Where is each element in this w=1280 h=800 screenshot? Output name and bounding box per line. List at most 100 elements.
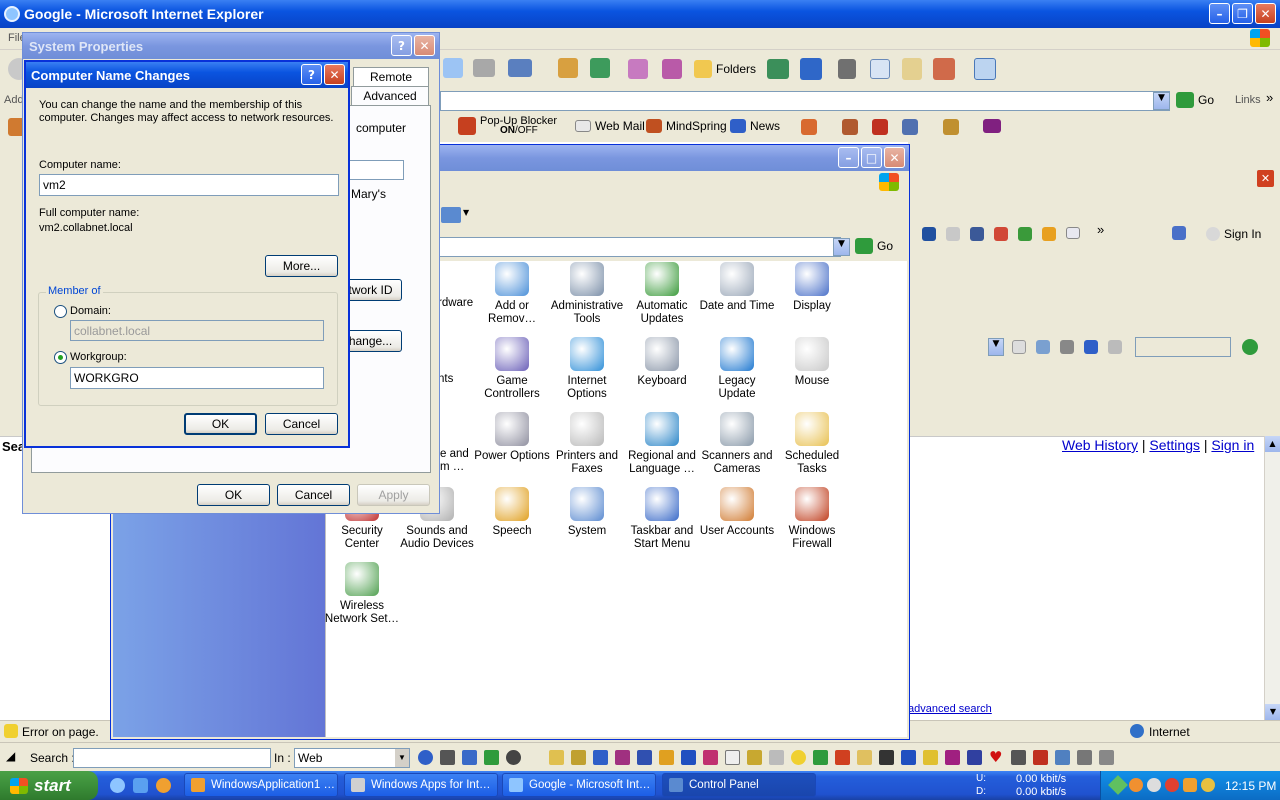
taskbar-task-3[interactable]: Google - Microsoft Int…: [502, 773, 656, 797]
ie-restore-button[interactable]: ❐: [1232, 3, 1253, 24]
magnifier-icon[interactable]: [1036, 340, 1050, 354]
search-tool-icon-28[interactable]: [1033, 750, 1048, 765]
right-toolbar-dropdown-icon[interactable]: ▼: [988, 338, 1004, 356]
sysprop-description-input[interactable]: [349, 160, 404, 180]
scroll-up-button[interactable]: ▲: [1265, 436, 1280, 452]
start-button[interactable]: start: [0, 771, 98, 800]
cp-item-system[interactable]: System: [549, 487, 625, 538]
save-icon[interactable]: [1060, 340, 1074, 354]
search-tool-icon-31[interactable]: [1099, 750, 1114, 765]
cnc-ok-button[interactable]: OK: [184, 413, 257, 435]
print-icon[interactable]: [473, 59, 495, 77]
ie-title-bar[interactable]: Google - Microsoft Internet Explorer – ❐…: [0, 0, 1280, 28]
cp-item-globe-stand[interactable]: Regional and Language …: [624, 412, 700, 476]
links-label[interactable]: Links: [1235, 94, 1261, 106]
heart-icon[interactable]: ♥: [989, 750, 1004, 765]
search-tool-icon-17[interactable]: [791, 750, 806, 765]
search-tool-icon-5[interactable]: [506, 750, 521, 765]
search-tool-icon-6[interactable]: [549, 750, 564, 765]
search-tool-icon-8[interactable]: [593, 750, 608, 765]
research-icon[interactable]: [558, 58, 578, 78]
font-icon[interactable]: [800, 58, 822, 80]
domain-label[interactable]: Domain:: [70, 305, 111, 317]
advanced-search-link[interactable]: advanced search: [908, 703, 992, 715]
edit-icon[interactable]: [508, 59, 532, 77]
computer-name-input[interactable]: vm2: [39, 174, 339, 196]
refresh-icon[interactable]: [443, 58, 463, 78]
search-tool-icon-21[interactable]: [879, 750, 894, 765]
tray-icon-4[interactable]: [1165, 778, 1179, 792]
cube-icon[interactable]: [628, 59, 648, 79]
sign-in-link[interactable]: Sign in: [1211, 437, 1254, 453]
toolbar-extra-icon-6[interactable]: [983, 119, 1001, 133]
cp-item-scanner[interactable]: Scanners and Cameras: [699, 412, 775, 476]
cp-item-windows-flag[interactable]: Automatic Updates: [624, 262, 700, 326]
translate-icon[interactable]: [933, 58, 955, 80]
search-tool-icon-12[interactable]: [681, 750, 696, 765]
cp-item-update-arrow[interactable]: Legacy Update: [699, 337, 775, 401]
google-toolbar-icon-5[interactable]: [1018, 227, 1032, 241]
sysprop-title-bar[interactable]: System Properties ? ✕: [23, 33, 439, 59]
google-sign-in-button[interactable]: Sign In: [1206, 227, 1261, 241]
links-more-icon[interactable]: »: [1266, 90, 1273, 105]
cp-go-button[interactable]: Go: [855, 238, 893, 254]
cnc-close-button[interactable]: ✕: [324, 64, 345, 85]
toolbar-extra-icon-5[interactable]: [943, 119, 959, 135]
cp-partial-and-line2[interactable]: m …: [440, 461, 464, 473]
google-toolbar-more-icon[interactable]: »: [1097, 222, 1104, 237]
cp-item-globe[interactable]: Internet Options: [549, 337, 625, 401]
search-tool-icon-7[interactable]: [571, 750, 586, 765]
quicklaunch-icon-2[interactable]: [133, 778, 148, 793]
toolbar-extra-icon-1[interactable]: [801, 119, 817, 135]
warning-icon[interactable]: [4, 724, 18, 738]
cnc-help-button[interactable]: ?: [301, 64, 322, 85]
cp-partial-hardware[interactable]: rdware: [438, 297, 473, 309]
sysprop-help-button[interactable]: ?: [391, 35, 412, 56]
quicklaunch-icon-3[interactable]: [156, 778, 171, 793]
cp-item-gamepad[interactable]: Game Controllers: [474, 337, 550, 401]
folders-button[interactable]: Folders: [694, 60, 756, 78]
search-tool-icon-27[interactable]: [1011, 750, 1026, 765]
search-tool-icon-11[interactable]: [659, 750, 674, 765]
quicklaunch-ie-icon[interactable]: [110, 778, 125, 793]
address-input[interactable]: [440, 91, 1170, 111]
search-tool-icon-9[interactable]: [615, 750, 630, 765]
search-tool-icon-23[interactable]: [923, 750, 938, 765]
tab-advanced[interactable]: Advanced: [351, 86, 429, 105]
workgroup-radio[interactable]: [54, 351, 67, 364]
cnc-title-bar[interactable]: Computer Name Changes ? ✕: [26, 62, 348, 88]
taskbar-task-2[interactable]: Windows Apps for Int…: [344, 773, 498, 797]
tray-icon-6[interactable]: [1201, 778, 1215, 792]
sysprop-apply-button[interactable]: Apply: [357, 484, 430, 506]
right-toolbar-input[interactable]: [1135, 337, 1231, 357]
more-button[interactable]: More...: [265, 255, 338, 277]
wrench-icon[interactable]: [1172, 226, 1186, 240]
info-icon[interactable]: [1084, 340, 1098, 354]
domain-radio[interactable]: [54, 305, 67, 318]
tab-remote[interactable]: Remote: [353, 67, 429, 86]
popup-blocker-button[interactable]: Pop-Up Blocker ON/OFF: [458, 116, 557, 136]
toolbar-extra-icon-3[interactable]: [872, 119, 888, 135]
search-tool-icon-10[interactable]: [637, 750, 652, 765]
search-tool-icon-3[interactable]: [462, 750, 477, 765]
google-toolbar-icon-6[interactable]: [1042, 227, 1056, 241]
search-tool-icon-24[interactable]: [945, 750, 960, 765]
search-tool-icon-29[interactable]: [1055, 750, 1070, 765]
copy-icon[interactable]: [870, 59, 890, 79]
address-dropdown-icon[interactable]: ▼: [1153, 92, 1170, 110]
cp-item-speech[interactable]: Speech: [474, 487, 550, 538]
search-tool-icon-2[interactable]: [440, 750, 455, 765]
cp-item-users[interactable]: User Accounts: [699, 487, 775, 538]
ie-close-button[interactable]: ✕: [1255, 3, 1276, 24]
tray-icon-3[interactable]: [1147, 778, 1161, 792]
cp-item-wireless[interactable]: Wireless Network Set…: [324, 562, 400, 626]
cp-item-power[interactable]: Power Options: [474, 412, 550, 463]
toolbar-extra-icon-4[interactable]: [902, 119, 918, 135]
cp-address-dropdown-icon[interactable]: ▼: [833, 238, 850, 256]
google-toolbar-icon-2[interactable]: [946, 227, 960, 241]
sysprop-cancel-button[interactable]: Cancel: [277, 484, 350, 506]
search-tool-icon-14[interactable]: [725, 750, 740, 765]
sysprop-close-button[interactable]: ✕: [414, 35, 435, 56]
search-scope-select[interactable]: Web ▼: [294, 748, 410, 768]
cp-item-printer[interactable]: Printers and Faxes: [549, 412, 625, 476]
